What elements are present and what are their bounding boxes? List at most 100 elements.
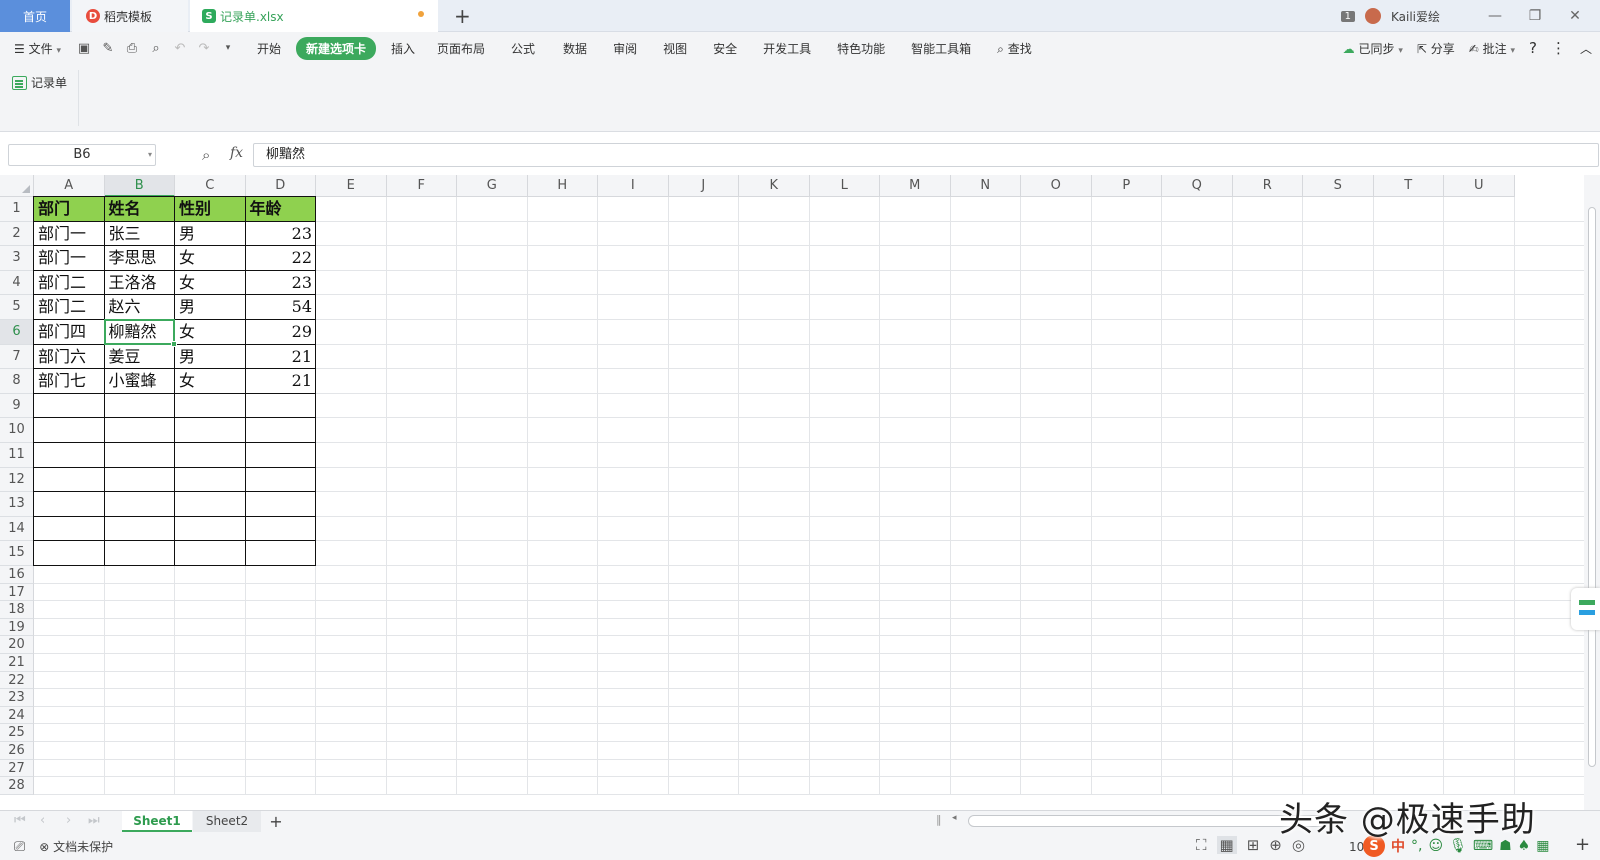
menu-data[interactable]: 数据 (550, 40, 600, 57)
next-sheet-icon[interactable]: › (66, 813, 71, 828)
column-header[interactable]: U (1444, 175, 1515, 197)
restore-icon[interactable]: ❐ (1520, 8, 1550, 24)
menu-home[interactable]: 开始 (246, 40, 292, 57)
table-cell[interactable]: 李思思 (105, 246, 176, 271)
row-header[interactable]: 12 (0, 467, 34, 493)
row-header[interactable]: 6 (0, 320, 34, 345)
menu-security[interactable]: 安全 (700, 40, 750, 57)
select-all-corner[interactable] (0, 175, 34, 197)
column-header[interactable]: P (1091, 175, 1162, 197)
column-header[interactable]: M (880, 175, 951, 197)
column-header[interactable]: E (316, 175, 387, 197)
spreadsheet-grid[interactable]: A B C D E F G H I J K L M N O P Q R S T U 1 2 3 4 5 6 7 8 9 10 11 12 13 14… (0, 175, 1584, 810)
column-header[interactable]: I (598, 175, 669, 197)
row-header[interactable]: 27 (0, 759, 34, 778)
table-cell[interactable]: 21 (246, 345, 317, 370)
column-header[interactable]: T (1373, 175, 1444, 197)
format-painter-icon[interactable]: ✎ (96, 41, 120, 56)
table-cell[interactable]: 男 (175, 295, 246, 320)
table-cell[interactable]: 22 (246, 246, 317, 271)
table-cell[interactable]: 女 (175, 271, 246, 296)
print-icon[interactable]: ⎙ (120, 41, 144, 56)
normal-view-icon[interactable]: ▦ (1216, 836, 1237, 854)
insert-function-button[interactable]: fx (230, 145, 243, 161)
table-cell[interactable]: 女 (175, 369, 246, 394)
row-header[interactable]: 28 (0, 777, 34, 795)
record-form-button[interactable]: 记录单 (12, 74, 67, 91)
side-panel-widget-icon[interactable] (1571, 588, 1600, 630)
zoom-formula-icon[interactable]: ⌕ (202, 146, 210, 164)
table-cell[interactable]: 男 (175, 222, 246, 247)
row-header[interactable]: 1 (0, 197, 34, 222)
column-header[interactable]: J (668, 175, 739, 197)
column-header[interactable]: S (1303, 175, 1374, 197)
menu-formulas[interactable]: 公式 (496, 40, 550, 57)
vertical-scrollbar[interactable] (1584, 175, 1600, 810)
file-menu[interactable]: ☰ 文件 ▾ (0, 40, 72, 57)
table-cell[interactable]: 姜豆 (105, 345, 176, 370)
row-header[interactable]: 16 (0, 566, 34, 584)
undo-icon[interactable]: ↶ (168, 41, 192, 56)
column-header[interactable]: G (457, 175, 528, 197)
sync-button[interactable]: ☁ 已同步 ▾ (1343, 40, 1403, 57)
table-cell[interactable]: 21 (246, 369, 317, 394)
table-cell[interactable]: 部门四 (34, 320, 105, 345)
row-header[interactable]: 21 (0, 654, 34, 672)
column-header[interactable]: C (175, 175, 246, 197)
page-break-view-icon[interactable]: ⊞ (1247, 836, 1260, 854)
row-header[interactable]: 3 (0, 246, 34, 271)
column-header[interactable]: F (386, 175, 457, 197)
toolbox-icon[interactable]: ▦ (1536, 838, 1549, 854)
split-handle-icon[interactable]: ‖ (936, 813, 942, 826)
menu-page-layout[interactable]: 页面布局 (426, 40, 496, 57)
zoom-in-icon[interactable]: + (1575, 834, 1590, 855)
row-header[interactable]: 11 (0, 443, 34, 468)
table-cell[interactable]: 54 (246, 295, 317, 320)
table-cell[interactable]: 部门二 (34, 295, 105, 320)
menu-new-tab[interactable]: 新建选项卡 (295, 36, 376, 60)
header-cell[interactable]: 部门 (34, 197, 105, 222)
column-header[interactable]: N (950, 175, 1021, 197)
menu-view[interactable]: 视图 (650, 40, 700, 57)
table-cell[interactable]: 部门二 (34, 271, 105, 296)
minimize-icon[interactable]: — (1480, 8, 1510, 24)
row-header[interactable]: 7 (0, 344, 34, 370)
row-header[interactable]: 9 (0, 393, 34, 419)
window-count-badge[interactable]: 1 (1340, 10, 1355, 22)
table-cell[interactable]: 女 (175, 320, 246, 345)
header-cell[interactable]: 姓名 (104, 197, 175, 222)
table-cell[interactable]: 部门一 (34, 246, 105, 271)
row-header[interactable]: 19 (0, 618, 34, 637)
menu-search[interactable]: ⌕ 查找 (984, 40, 1045, 57)
header-cell[interactable]: 年龄 (245, 197, 316, 222)
redo-icon[interactable]: ↷ (192, 41, 216, 56)
row-header[interactable]: 14 (0, 516, 34, 542)
prev-sheet-icon[interactable]: ‹ (40, 813, 45, 828)
header-cell[interactable]: 性别 (175, 197, 246, 222)
table-cell[interactable]: 部门一 (34, 222, 105, 247)
row-header[interactable]: 8 (0, 369, 34, 394)
row-header[interactable]: 23 (0, 689, 34, 707)
row-header[interactable]: 22 (0, 671, 34, 690)
tab-docer-templates[interactable]: D 稻壳模板 (72, 0, 188, 32)
column-header[interactable]: L (809, 175, 880, 197)
horizontal-scroll-thumb[interactable] (968, 815, 1328, 827)
row-header[interactable]: 5 (0, 295, 34, 320)
row-header[interactable]: 18 (0, 601, 34, 619)
table-cell[interactable]: 部门六 (34, 345, 105, 370)
formula-input[interactable]: 柳黯然 (253, 143, 1599, 167)
vertical-scroll-thumb[interactable] (1588, 207, 1596, 767)
customize-quick-access-icon[interactable]: ▾ (216, 43, 240, 53)
table-cell[interactable]: 23 (246, 222, 317, 247)
menu-developer[interactable]: 开发工具 (750, 40, 824, 57)
row-header[interactable]: 24 (0, 706, 34, 725)
table-cell[interactable]: 部门七 (34, 369, 105, 394)
name-box[interactable]: B6 ▾ (8, 144, 156, 166)
new-tab-button[interactable]: + (454, 4, 471, 28)
more-options-icon[interactable]: ⋮ (1551, 39, 1566, 57)
avatar[interactable] (1364, 8, 1381, 24)
table-cell[interactable]: 王洛洛 (105, 271, 176, 296)
table-cell[interactable]: 张三 (105, 222, 176, 247)
fill-handle[interactable] (171, 340, 177, 347)
menu-special-features[interactable]: 特色功能 (824, 40, 898, 57)
